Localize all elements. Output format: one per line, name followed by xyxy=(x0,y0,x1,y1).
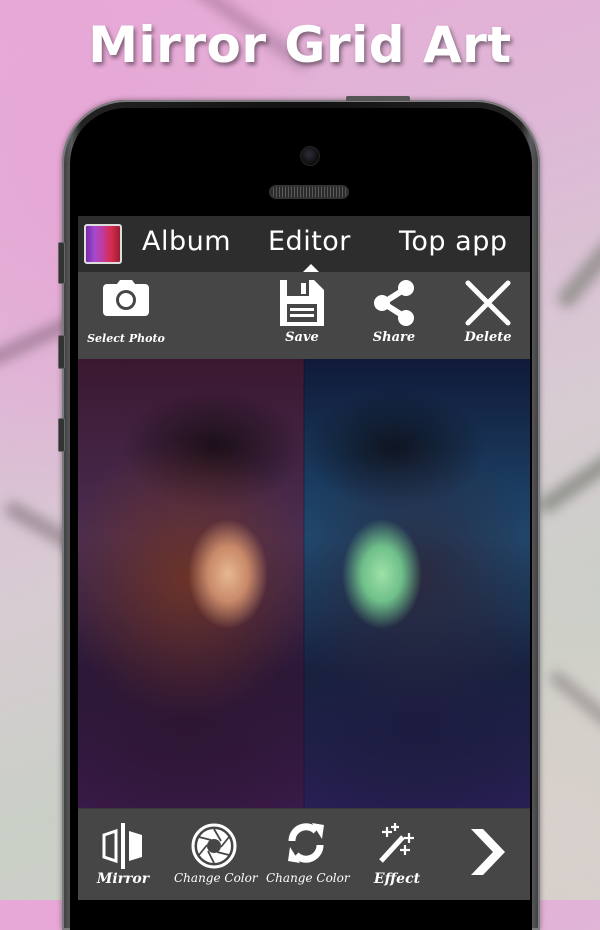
aperture-icon xyxy=(191,823,237,873)
mirror-photo-canvas[interactable] xyxy=(78,359,530,808)
close-icon xyxy=(465,280,511,330)
background-branch xyxy=(535,439,600,517)
mirror-tool-button[interactable]: Mirror xyxy=(88,809,158,900)
tab-top-app[interactable]: Top app xyxy=(399,226,507,257)
photo-right-half xyxy=(304,359,530,808)
save-label: Save xyxy=(285,330,319,345)
delete-button[interactable]: Delete xyxy=(458,272,518,359)
next-tools-button[interactable] xyxy=(458,809,518,900)
active-tab-indicator xyxy=(303,264,319,272)
earpiece-speaker xyxy=(269,185,349,199)
floppy-disk-icon xyxy=(280,280,324,330)
volume-up-button xyxy=(58,335,65,369)
album-thumbnail-icon[interactable] xyxy=(84,224,122,264)
change-color-aperture-button[interactable]: Change Color xyxy=(174,809,258,900)
select-photo-label: Select Photo xyxy=(87,332,165,345)
mirror-icon xyxy=(102,823,144,873)
share-button[interactable]: Share xyxy=(366,272,422,359)
tab-album[interactable]: Album xyxy=(142,226,231,257)
effect-button[interactable]: Effect xyxy=(364,809,430,900)
photo-left-half xyxy=(78,359,304,808)
volume-down-button xyxy=(58,418,65,452)
change-color-refresh-button[interactable]: Change Color xyxy=(266,809,350,900)
tab-bar: Album Editor Top app xyxy=(78,216,530,272)
background-branch xyxy=(547,669,600,743)
save-button[interactable]: Save xyxy=(274,272,330,359)
app-screen: Album Editor Top app Select Photo Save S… xyxy=(78,216,530,900)
change-color-label-2: Change Color xyxy=(266,871,350,885)
magic-wand-icon xyxy=(377,823,417,867)
tab-editor[interactable]: Editor xyxy=(268,226,351,257)
mirror-seam xyxy=(303,359,305,808)
change-color-label-1: Change Color xyxy=(174,871,258,885)
effect-label: Effect xyxy=(373,871,421,887)
mute-switch xyxy=(58,242,65,284)
share-label: Share xyxy=(372,330,416,345)
bottom-toolbar: Mirror Change Color Change Color Effect xyxy=(78,808,530,900)
action-bar: Select Photo Save Share Delete xyxy=(78,272,530,359)
refresh-icon xyxy=(286,823,326,867)
chevron-right-icon xyxy=(471,829,505,879)
mirror-label: Mirror xyxy=(96,871,150,887)
select-photo-button[interactable]: Select Photo xyxy=(84,272,168,359)
share-icon xyxy=(373,280,415,330)
front-camera xyxy=(300,146,320,166)
promo-headline: Mirror Grid Art xyxy=(88,16,512,74)
delete-label: Delete xyxy=(464,330,512,345)
background-branch xyxy=(554,207,600,311)
camera-icon xyxy=(103,280,149,320)
power-button xyxy=(346,96,410,101)
